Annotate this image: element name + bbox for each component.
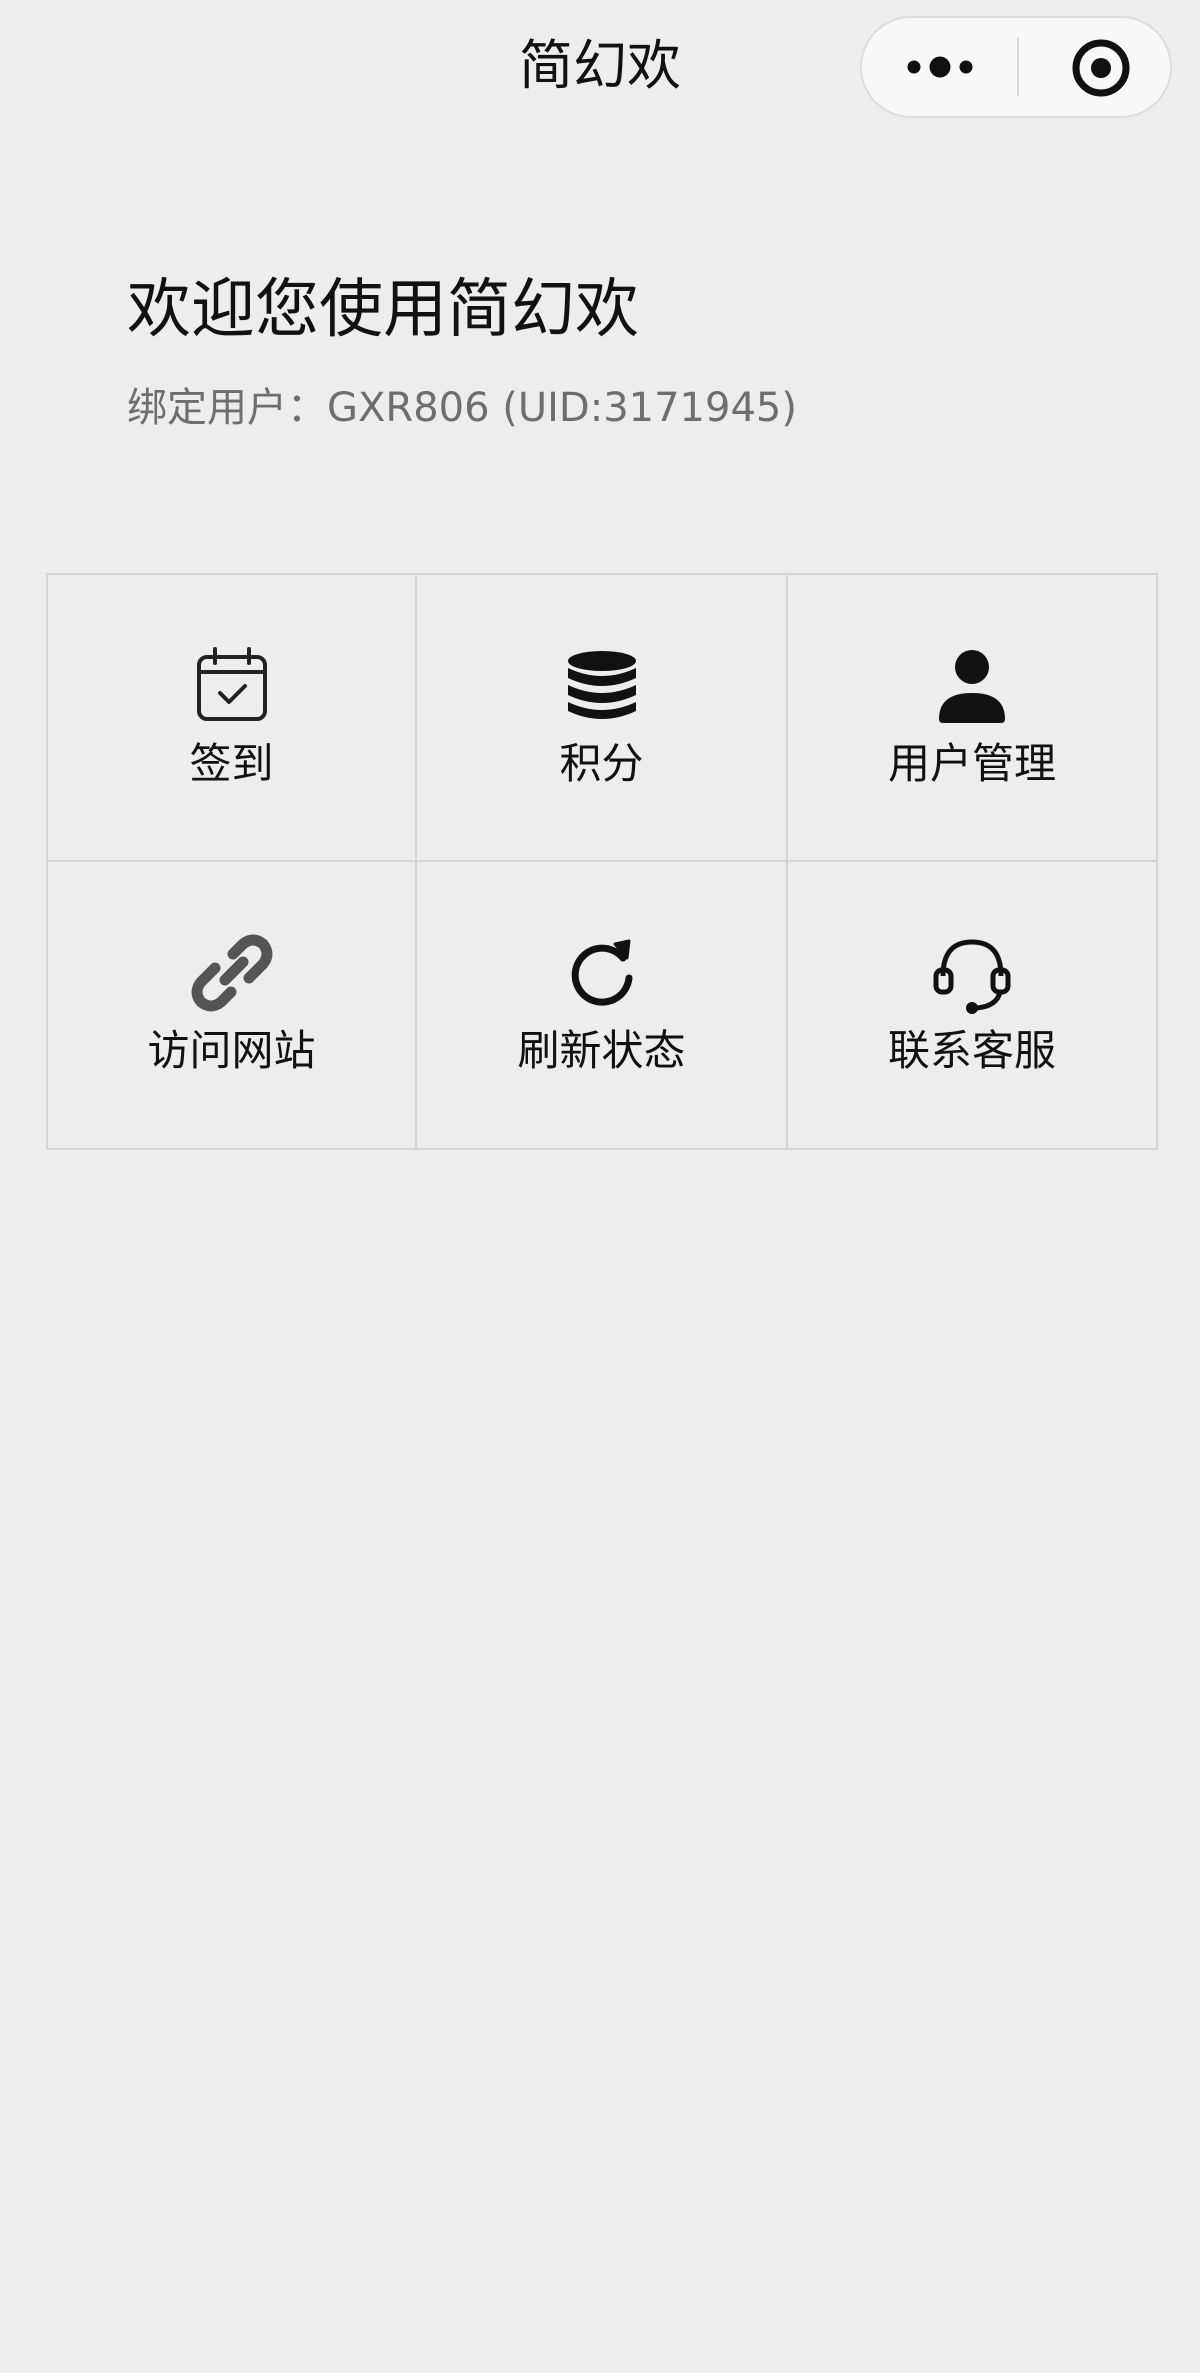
close-button[interactable] xyxy=(1019,18,1170,116)
menu-item-label: 访问网站 xyxy=(147,1026,316,1075)
calendar-check-icon xyxy=(187,641,277,731)
menu-item-label: 刷新状态 xyxy=(517,1026,686,1075)
coin-stack-icon xyxy=(557,641,647,731)
refresh-icon xyxy=(557,928,647,1018)
menu-item-label: 用户管理 xyxy=(887,739,1056,788)
menu-item-contact-support[interactable]: 联系客服 xyxy=(788,862,1158,1150)
menu-item-user-management[interactable]: 用户管理 xyxy=(788,575,1158,862)
more-dots-icon xyxy=(907,56,973,78)
headset-icon xyxy=(927,928,1017,1018)
app-page: 简幻欢 欢迎您使用简幻欢 绑定用户：GXR806 (UID:3171945) 签… xyxy=(0,0,1200,2373)
menu-grid: 签到 积分 用户管理 访问网站 刷新状态 联系客服 xyxy=(46,573,1158,1150)
mini-program-capsule xyxy=(860,16,1172,118)
menu-item-visit-website[interactable]: 访问网站 xyxy=(48,862,417,1150)
bound-user-info: 绑定用户：GXR806 (UID:3171945) xyxy=(127,385,797,431)
menu-item-checkin[interactable]: 签到 xyxy=(48,575,417,862)
welcome-heading: 欢迎您使用简幻欢 xyxy=(127,273,639,347)
menu-item-points[interactable]: 积分 xyxy=(417,575,788,862)
menu-item-refresh-status[interactable]: 刷新状态 xyxy=(417,862,788,1150)
link-icon xyxy=(187,928,277,1018)
user-icon xyxy=(927,641,1017,731)
navigation-bar: 简幻欢 xyxy=(0,0,1200,136)
more-button[interactable] xyxy=(862,18,1017,116)
menu-item-label: 签到 xyxy=(189,739,274,788)
menu-item-label: 联系客服 xyxy=(887,1026,1056,1075)
target-close-icon xyxy=(1072,39,1130,97)
menu-item-label: 积分 xyxy=(559,739,644,788)
